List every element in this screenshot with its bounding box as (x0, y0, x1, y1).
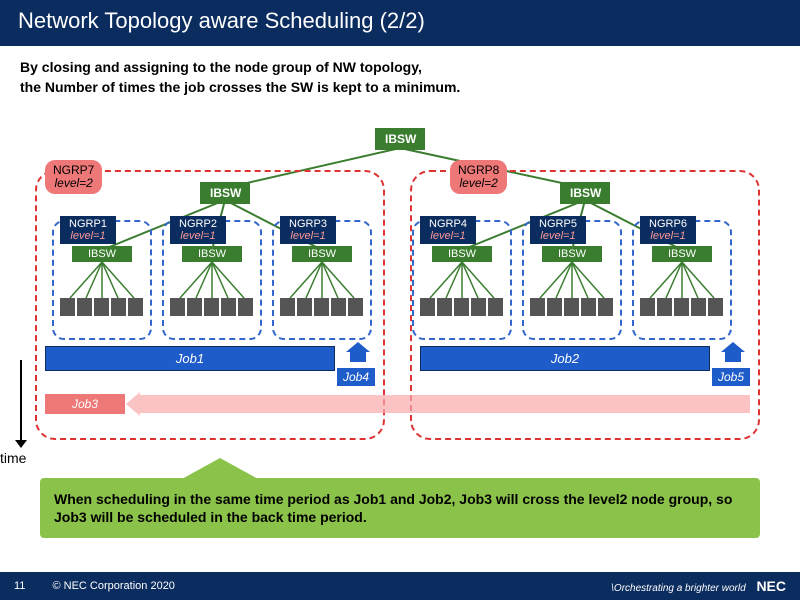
ngrp6-name: NGRP6 (649, 218, 687, 230)
ngrp5-name: NGRP5 (539, 218, 577, 230)
subhead-line1: By closing and assigning to the node gro… (20, 59, 422, 75)
time-axis-arrow-icon (20, 360, 22, 440)
ngrp1-level: level=1 (70, 230, 105, 242)
nodes-4 (420, 298, 503, 316)
slide-title: Network Topology aware Scheduling (2/2) (18, 8, 425, 33)
ibsw-4: IBSW (432, 246, 492, 262)
nodes-6 (640, 298, 723, 316)
job3-bar: Job3 (45, 394, 125, 414)
page-number: 11 (14, 580, 25, 592)
job4-bar: Job4 (337, 368, 375, 386)
subhead: By closing and assigning to the node gro… (0, 46, 800, 105)
nodes-2 (170, 298, 253, 316)
ngrp1-name: NGRP1 (69, 218, 107, 230)
footer: 11 © NEC Corporation 2020 \Orchestrating… (0, 572, 800, 600)
tagline: \Orchestrating a brighter world (611, 583, 746, 594)
ibsw-2: IBSW (182, 246, 242, 262)
ibsw-root: IBSW (375, 128, 425, 150)
ngrp2-level: level=1 (180, 230, 215, 242)
nodes-3 (280, 298, 363, 316)
nodes-5 (530, 298, 613, 316)
ngrp3-level: level=1 (290, 230, 325, 242)
ngrp8-level: level=2 (459, 176, 497, 190)
ngrp7-level: level=2 (54, 176, 92, 190)
ngrp5-tag: NGRP5level=1 (530, 216, 586, 244)
ngrp2-name: NGRP2 (179, 218, 217, 230)
ngrp6-tag: NGRP6level=1 (640, 216, 696, 244)
nodes-1 (60, 298, 143, 316)
job1-bar: Job1 (45, 346, 335, 371)
ngrp3-tag: NGRP3level=1 (280, 216, 336, 244)
callout-bubble: When scheduling in the same time period … (40, 478, 760, 538)
ngrp4-level: level=1 (430, 230, 465, 242)
ngrp5-level: level=1 (540, 230, 575, 242)
ngrp7-tag: NGRP7 level=2 (45, 160, 102, 194)
ngrp8-tag: NGRP8 level=2 (450, 160, 507, 194)
ngrp1-tag: NGRP1level=1 (60, 216, 116, 244)
ngrp7-name: NGRP7 (53, 163, 94, 177)
copyright: © NEC Corporation 2020 (52, 580, 174, 592)
diagram-canvas: IBSW IBSW IBSW NGRP7 level=2 NGRP8 level… (30, 120, 770, 460)
ngrp4-tag: NGRP4level=1 (420, 216, 476, 244)
subhead-line2: the Number of times the job crosses the … (20, 79, 460, 95)
ibsw-3: IBSW (292, 246, 352, 262)
job5-bar: Job5 (712, 368, 750, 386)
brand-logo: NEC (756, 578, 786, 594)
time-label: time (0, 450, 26, 466)
ibsw-6: IBSW (652, 246, 712, 262)
job4-arrow-icon (350, 352, 366, 362)
ibsw-1: IBSW (72, 246, 132, 262)
ngrp6-level: level=1 (650, 230, 685, 242)
callout-text: When scheduling in the same time period … (54, 491, 732, 525)
job5-arrow-icon (725, 352, 741, 362)
ngrp4-name: NGRP4 (429, 218, 467, 230)
job3-arrow-icon (140, 395, 750, 413)
ngrp8-name: NGRP8 (458, 163, 499, 177)
slide-header: Network Topology aware Scheduling (2/2) (0, 0, 800, 46)
job2-bar: Job2 (420, 346, 710, 371)
ibsw-5: IBSW (542, 246, 602, 262)
ngrp3-name: NGRP3 (289, 218, 327, 230)
ngrp2-tag: NGRP2level=1 (170, 216, 226, 244)
